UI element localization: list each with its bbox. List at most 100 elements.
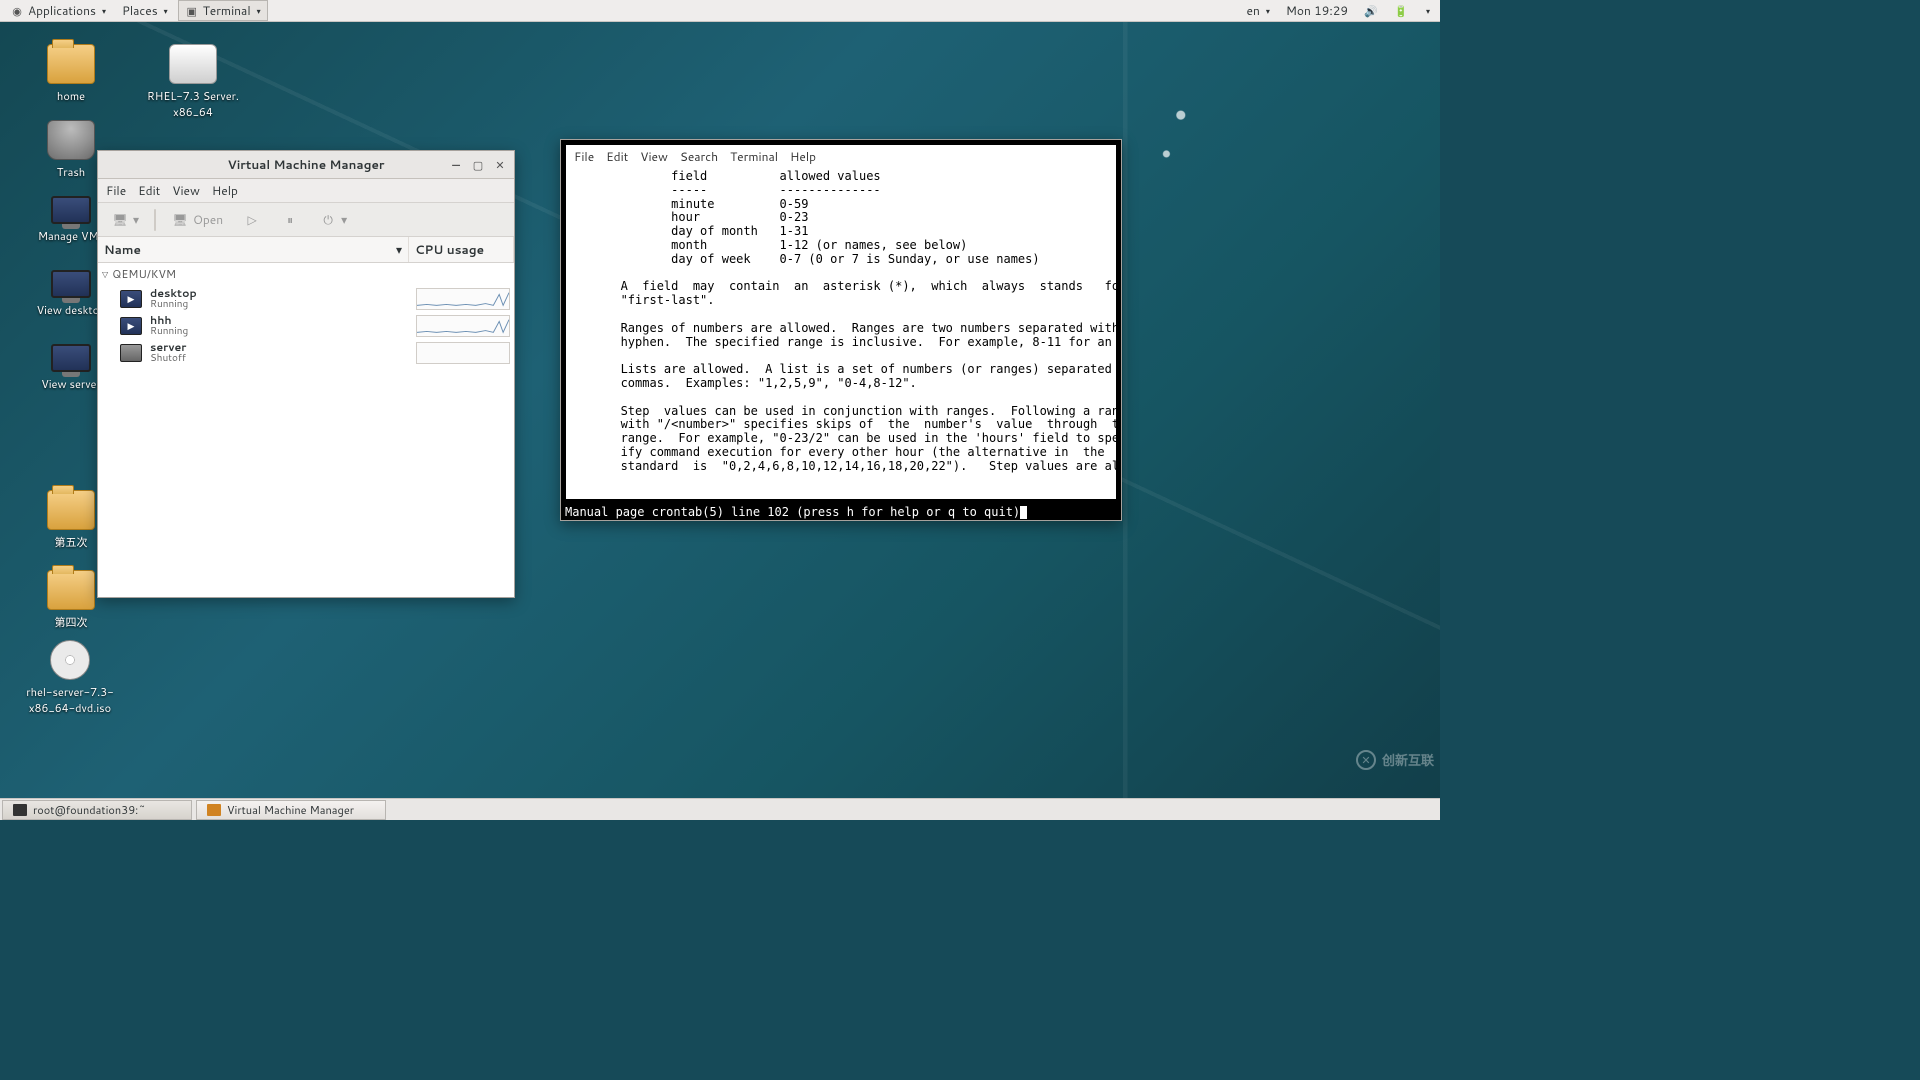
watermark-text: 创新互联: [1382, 750, 1434, 770]
connection-row[interactable]: ▽ QEMU/KVM: [98, 263, 514, 285]
close-button[interactable]: ✕: [490, 156, 510, 174]
applications-menu[interactable]: ◉ Applications ▾: [4, 0, 112, 21]
vmm-window: Virtual Machine Manager — ▢ ✕ File Edit …: [97, 150, 515, 598]
trash-icon: [47, 120, 95, 160]
menu-edit[interactable]: Edit: [606, 148, 628, 165]
watermark-logo-icon: ✕: [1356, 750, 1376, 770]
screen-icon: [51, 344, 91, 372]
panel-terminal-label: Terminal: [203, 2, 251, 19]
cpu-sparkline: [416, 315, 510, 337]
chevron-down-icon: ▾: [257, 5, 261, 17]
places-menu[interactable]: Places ▾: [116, 0, 174, 21]
terminal-content[interactable]: field allowed values ----- -------------…: [566, 168, 1116, 499]
pause-icon: ⏸: [281, 212, 299, 228]
pause-button[interactable]: ⏸: [274, 208, 306, 232]
volume-icon: 🔊: [1364, 4, 1378, 18]
system-menu[interactable]: ▾: [1418, 3, 1436, 19]
vm-row[interactable]: serverShutoff: [98, 339, 514, 366]
icon-label: rhel-server-7.3-x86_64-dvd.iso: [26, 684, 113, 716]
icon-label: 第四次: [55, 614, 88, 630]
terminal-status-text: Manual page crontab(5) line 102 (press h…: [565, 505, 1020, 519]
folder-icon: [47, 490, 95, 530]
desktop-icon-iso[interactable]: rhel-server-7.3-x86_64-dvd.iso: [14, 640, 126, 716]
places-label: Places: [122, 2, 158, 19]
maximize-button[interactable]: ▢: [468, 156, 488, 174]
chevron-down-icon: ▾: [102, 5, 106, 17]
menu-help[interactable]: Help: [212, 182, 238, 199]
shutdown-button[interactable]: ⏻▾: [312, 207, 354, 232]
battery-indicator[interactable]: 🔋: [1388, 2, 1414, 20]
icon-label: RHEL-7.3 Server. x86_64: [147, 88, 239, 120]
vmm-body[interactable]: ▽ QEMU/KVM ▶desktopRunning▶hhhRunningser…: [98, 263, 514, 597]
panel-terminal-button[interactable]: ▣ Terminal ▾: [178, 0, 268, 21]
menu-view[interactable]: View: [640, 148, 668, 165]
vm-thumb-icon: ▶: [120, 317, 142, 335]
cpu-sparkline: [416, 288, 510, 310]
chevron-down-icon: ▾: [396, 241, 402, 258]
vm-row[interactable]: ▶ desktopRunning: [98, 285, 514, 312]
screen-icon: [51, 270, 91, 298]
menu-view[interactable]: View: [172, 182, 200, 199]
terminal-menubar: File Edit View Search Terminal Help: [566, 145, 1116, 168]
triangle-down-icon: ▽: [102, 268, 108, 280]
vmm-titlebar[interactable]: Virtual Machine Manager — ▢ ✕: [98, 151, 514, 179]
vmm-menubar: File Edit View Help: [98, 179, 514, 203]
vmm-title: Virtual Machine Manager: [228, 156, 385, 173]
terminal-status: Manual page crontab(5) line 102 (press h…: [561, 504, 1121, 520]
col-cpu[interactable]: CPU usage: [409, 237, 514, 262]
chevron-down-icon: ▾: [1426, 5, 1430, 17]
clock[interactable]: Mon 19:29: [1280, 0, 1354, 21]
taskbar-label: Virtual Machine Manager: [227, 802, 354, 818]
vm-name: server: [150, 341, 408, 353]
activities-icon: ◉: [10, 4, 24, 18]
icon-label: 第五次: [55, 534, 88, 550]
input-language[interactable]: en ▾: [1240, 0, 1275, 21]
vm-name: desktop: [150, 287, 408, 299]
vmm-column-headers: Name▾ CPU usage: [98, 237, 514, 263]
icon-label: View server: [41, 376, 101, 392]
menu-search[interactable]: Search: [680, 148, 718, 165]
vm-thumb-icon: [120, 344, 142, 362]
top-panel: ◉ Applications ▾ Places ▾ ▣ Terminal ▾ e…: [0, 0, 1440, 22]
menu-file[interactable]: File: [106, 182, 126, 199]
taskbar-vmm[interactable]: Virtual Machine Manager: [196, 800, 386, 820]
desktop-icon-home[interactable]: home: [26, 44, 116, 104]
desktop-icon-rhel-drive[interactable]: RHEL-7.3 Server. x86_64: [138, 44, 248, 120]
desktop[interactable]: home RHEL-7.3 Server. x86_64 Trash Manag…: [0, 22, 1440, 798]
vm-state: Running: [150, 299, 408, 310]
vm-row[interactable]: ▶ hhhRunning: [98, 312, 514, 339]
drive-icon: [169, 44, 217, 84]
menu-file[interactable]: File: [574, 148, 594, 165]
monitor-icon: 🖥: [171, 212, 189, 228]
icon-label: Manage VMs: [38, 228, 104, 244]
bottom-panel: root@foundation39:~ Virtual Machine Mana…: [0, 798, 1440, 820]
chevron-down-icon: ▾: [133, 211, 139, 228]
col-name[interactable]: Name▾: [98, 237, 409, 262]
icon-label: View desktop: [37, 302, 106, 318]
vm-thumb-icon: ▶: [120, 290, 142, 308]
new-vm-button[interactable]: 🖥▾: [104, 207, 146, 232]
menu-terminal[interactable]: Terminal: [730, 148, 778, 165]
play-icon: ▷: [243, 212, 261, 228]
menu-help[interactable]: Help: [790, 148, 816, 165]
open-button[interactable]: 🖥Open: [164, 207, 230, 232]
minimize-button[interactable]: —: [446, 156, 466, 174]
connection-label: QEMU/KVM: [112, 266, 176, 282]
run-button[interactable]: ▷: [236, 208, 268, 232]
volume-indicator[interactable]: 🔊: [1358, 2, 1384, 20]
applications-label: Applications: [28, 2, 96, 19]
terminal-icon: ▣: [185, 4, 199, 18]
chevron-down-icon: ▾: [164, 5, 168, 17]
menu-edit[interactable]: Edit: [138, 182, 160, 199]
clock-label: Mon 19:29: [1286, 2, 1348, 19]
vm-info: hhhRunning: [150, 314, 408, 337]
chevron-down-icon: ▾: [341, 211, 347, 228]
taskbar-terminal[interactable]: root@foundation39:~: [2, 800, 192, 820]
vm-state: Running: [150, 326, 408, 337]
toolbar-separator: [154, 209, 156, 231]
power-icon: ⏻: [319, 212, 337, 228]
vm-info: desktopRunning: [150, 287, 408, 310]
lang-label: en: [1246, 2, 1259, 19]
open-label: Open: [193, 211, 223, 228]
folder-icon: [47, 570, 95, 610]
